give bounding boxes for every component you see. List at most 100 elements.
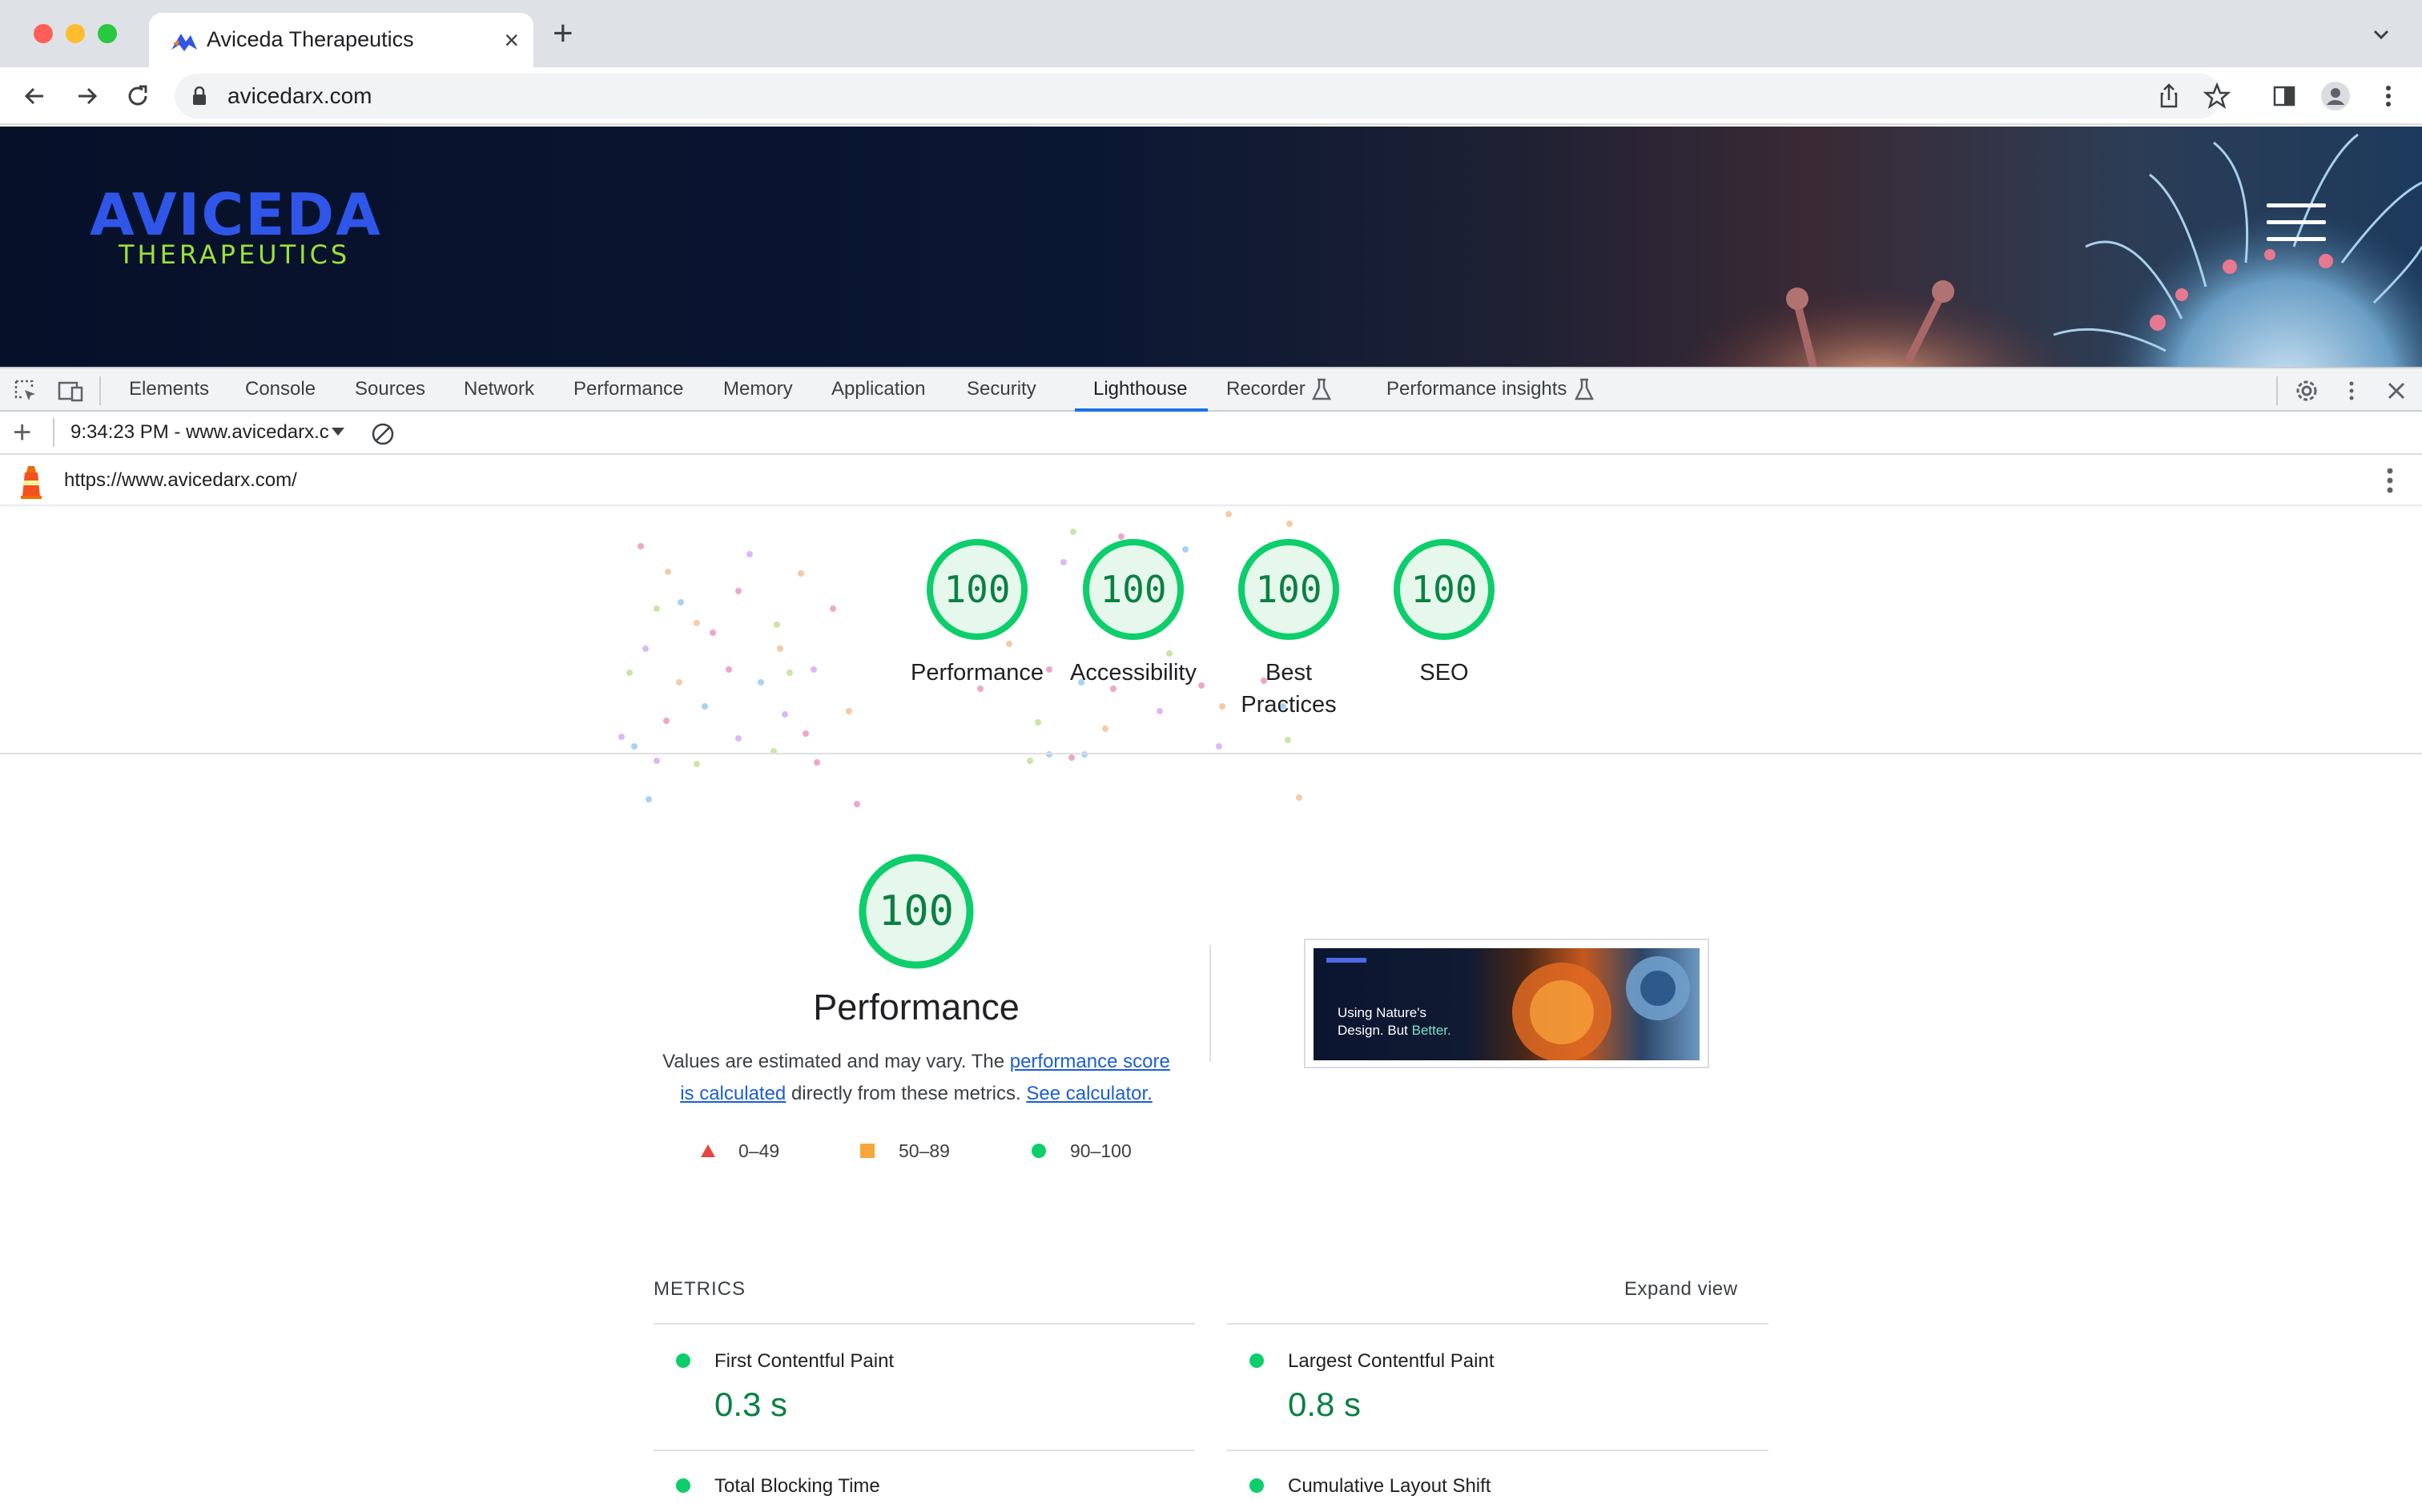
share-icon[interactable] [2153,80,2185,112]
lock-icon[interactable] [192,86,207,106]
settings-gear-icon[interactable] [2292,376,2321,405]
tab-close-icon[interactable]: × [504,24,519,56]
see-calculator-link[interactable]: See calculator. [1026,1083,1152,1104]
inspect-element-icon[interactable] [11,376,40,405]
metric-name-fcp: First Contentful Paint [714,1350,895,1372]
performance-main-gauge: 100 [857,852,976,971]
pass-circle-icon [676,1478,690,1493]
expand-view-button[interactable]: Expand view [1624,1278,1738,1301]
close-window-button[interactable] [34,24,53,43]
legend-pass-range: 90–100 [1070,1140,1132,1161]
back-arrow-icon[interactable] [19,80,51,112]
tab-performance-insights[interactable]: Performance insights [1386,378,1567,400]
performance-score-value: 100 [879,887,954,935]
gauge-label-best-practices: Best Practices [1241,660,1337,718]
tab-memory[interactable]: Memory [723,378,793,400]
average-square-icon [860,1144,875,1158]
metrics-heading: METRICS [654,1278,746,1300]
reload-icon[interactable] [122,80,154,112]
tab-search-chevron-icon[interactable] [2369,22,2393,46]
legend-average-range: 50–89 [899,1140,950,1161]
tab-network[interactable]: Network [464,378,534,400]
audited-url: https://www.avicedarx.com/ [64,469,297,491]
score-value: 100 [1100,568,1167,611]
screenshot-image: Using Nature's Design. But Better. [1314,948,1700,1060]
aviceda-logo[interactable]: AVICEDA THERAPEUTICS [90,181,382,271]
gauge-label-seo: SEO [1419,660,1469,686]
browser-toolbar: avicedarx.com [0,67,2422,125]
hamburger-menu-icon[interactable] [2267,203,2326,245]
screenshot-text-line: Design. But [1338,1023,1412,1038]
score-value: 100 [943,568,1011,611]
maximize-window-button[interactable] [98,24,117,43]
tab-console[interactable]: Console [245,378,316,400]
gauges-divider [0,753,2422,754]
toolbar-divider [53,418,54,447]
clear-reports-icon[interactable] [370,421,396,447]
side-panel-icon[interactable] [2268,80,2300,112]
browser-menu-icon[interactable] [2372,80,2404,112]
profile-avatar-icon[interactable] [2319,80,2352,112]
report-menu-icon[interactable] [2385,466,2395,495]
logo-tagline: THERAPEUTICS [119,239,351,270]
chevron-down-icon[interactable] [332,428,344,436]
metric-name-tbt: Total Blocking Time [714,1475,880,1497]
fail-triangle-icon [701,1144,715,1157]
minimize-window-button[interactable] [66,24,85,43]
metric-value-lcp: 0.8 s [1288,1385,1362,1423]
address-text: avicedarx.com [227,83,372,108]
toolbar-divider [2276,376,2278,405]
tab-recorder[interactable]: Recorder [1226,378,1306,400]
device-toolbar-icon[interactable] [56,376,85,405]
tab-performance[interactable]: Performance [573,378,683,400]
aviceda-favicon-icon [171,34,197,51]
pass-circle-icon [676,1353,690,1368]
forward-arrow-icon[interactable] [70,80,103,112]
description-text: Values are estimated and may vary. The [662,1051,1010,1072]
pass-circle-icon [1032,1144,1046,1158]
lighthouse-toolbar: + 9:34:23 PM - www.avicedarx.c [0,412,2422,455]
experiment-flask-icon [1574,378,1595,400]
browser-tab-strip: Aviceda Therapeutics × + [0,0,2422,67]
final-screenshot-thumbnail[interactable]: Using Nature's Design. But Better. [1304,939,1709,1068]
experiment-flask-icon [1311,378,1332,400]
new-tab-button[interactable]: + [553,16,573,51]
tab-security[interactable]: Security [967,378,1036,400]
close-devtools-icon[interactable] [2382,376,2411,405]
address-bar[interactable]: avicedarx.com [175,74,2231,119]
devtools-menu-icon[interactable] [2337,376,2366,405]
score-value: 100 [1410,568,1478,611]
virus-hero-image [1672,133,2422,367]
performance-divider [1209,945,1211,1062]
metric-value-fcp: 0.3 s [714,1385,788,1423]
performance-score-gauge[interactable]: 100 [925,537,1029,641]
screenshot-headline: Using Nature's Design. But Better. [1338,1004,1451,1040]
pass-circle-icon [1249,1478,1264,1493]
logo-wordmark: AVICEDA [90,181,382,248]
performance-description: Values are estimated and may vary. The p… [654,1046,1179,1110]
tab-lighthouse[interactable]: Lighthouse [1093,378,1187,400]
toolbar-divider [99,376,101,405]
browser-tab-active[interactable]: Aviceda Therapeutics × [149,13,533,67]
website-hero: AVICEDA THERAPEUTICS [0,127,2422,367]
seo-score-gauge[interactable]: 100 [1392,537,1496,641]
report-selector[interactable]: 9:34:23 PM - www.avicedarx.c [70,421,329,444]
metric-name-lcp: Largest Contentful Paint [1288,1350,1495,1372]
legend-fail-range: 0–49 [738,1140,780,1161]
best-practices-score-gauge[interactable]: 100 [1237,537,1341,641]
accessibility-score-gauge[interactable]: 100 [1081,537,1185,641]
score-value: 100 [1255,568,1322,611]
metrics-divider [1227,1323,1768,1325]
bookmark-star-icon[interactable] [2201,80,2233,112]
tab-sources[interactable]: Sources [355,378,425,400]
new-report-button[interactable]: + [13,416,31,448]
metrics-divider [654,1323,1195,1325]
metric-name-cls: Cumulative Layout Shift [1288,1475,1491,1497]
tab-elements[interactable]: Elements [129,378,209,400]
metrics-divider [1227,1450,1768,1451]
tab-application[interactable]: Application [831,378,925,400]
gauge-label-accessibility: Accessibility [1070,660,1197,686]
devtools-tab-bar: Elements Console Sources Network Perform… [0,367,2422,412]
screenshot-text-line: Using Nature's [1338,1005,1426,1020]
lighthouse-logo-icon [21,466,42,499]
